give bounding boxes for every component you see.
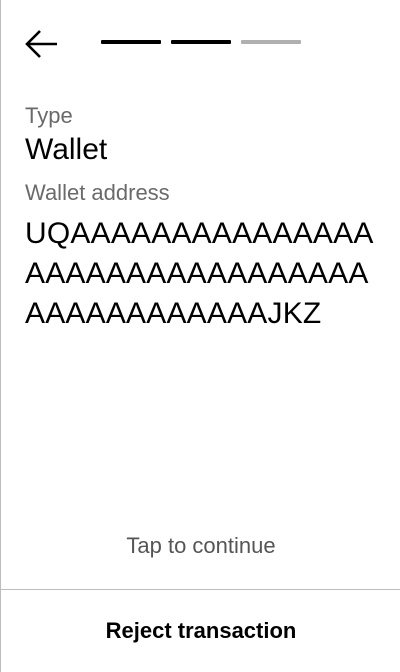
progress-step-1: [101, 40, 161, 44]
progress-step-3: [241, 40, 301, 44]
wallet-address-label: Wallet address: [25, 180, 170, 205]
tap-to-continue[interactable]: Tap to continue: [1, 531, 400, 561]
reject-transaction-button[interactable]: Reject transaction: [1, 590, 400, 672]
transaction-details: Type Wallet Wallet address UQAAAAAAAAAAA…: [25, 101, 377, 334]
back-button[interactable]: [25, 28, 59, 60]
type-value: Wallet: [25, 133, 108, 166]
type-label: Type: [25, 103, 73, 128]
wallet-address-value: UQAAAAAAAAAAAAAAAAAAAAAAAAAAAAAAAAAAAAAA…: [25, 217, 374, 330]
progress-step-2: [171, 40, 231, 44]
progress-steps: [101, 40, 301, 44]
screen-frame: Type Wallet Wallet address UQAAAAAAAAAAA…: [0, 0, 400, 672]
arrow-left-icon: [25, 30, 57, 58]
